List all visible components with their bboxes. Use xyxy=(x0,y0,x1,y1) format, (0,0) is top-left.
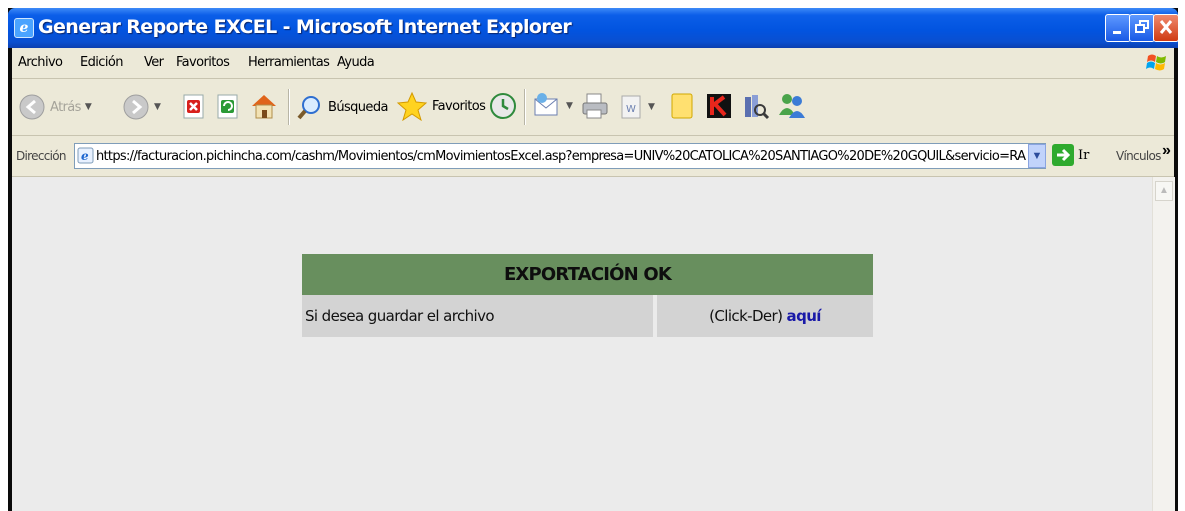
report-row-text: Si desea guardar el archivo xyxy=(302,295,655,337)
messenger-icon xyxy=(779,94,805,118)
research-books-icon xyxy=(745,95,770,120)
page-content: EXPORTACIÓN OK Si desea guardar el archi… xyxy=(12,177,1152,511)
vertical-scrollbar[interactable]: ▲ xyxy=(1152,177,1175,511)
go-arrow-icon xyxy=(1057,148,1071,162)
toolbar-separator xyxy=(288,89,290,125)
print-icon xyxy=(582,93,608,119)
scroll-up-icon[interactable]: ▲ xyxy=(1155,181,1173,201)
go-label[interactable]: Ir xyxy=(1078,148,1089,163)
address-field[interactable]: e xyxy=(74,143,1046,169)
links-label[interactable]: Vínculos xyxy=(1116,149,1161,163)
home-icon xyxy=(252,95,276,119)
minimize-button[interactable] xyxy=(1105,14,1131,42)
back-button[interactable]: Atrás ▼ xyxy=(18,93,92,121)
address-dropdown-icon[interactable]: ▼ xyxy=(1028,144,1046,168)
svg-text:e: e xyxy=(81,149,89,163)
windows-logo-icon xyxy=(1146,54,1166,71)
toolbar-separator xyxy=(524,89,526,125)
menu-archivo[interactable]: Archivo xyxy=(18,55,63,70)
menu-ayuda[interactable]: Ayuda xyxy=(337,55,375,70)
word-edit-icon: W xyxy=(621,95,641,119)
svg-text:W: W xyxy=(626,104,636,115)
edit-dropdown-icon[interactable]: ▼ xyxy=(648,102,655,112)
address-input[interactable] xyxy=(96,147,1026,165)
menu-edicion[interactable]: Edición xyxy=(80,55,123,70)
kaspersky-icon xyxy=(707,94,731,118)
forward-button[interactable]: ▼ xyxy=(122,93,161,121)
refresh-icon xyxy=(217,94,238,119)
report-row-action: (Click-Der) aquí xyxy=(657,295,873,337)
mail-dropdown-icon[interactable]: ▼ xyxy=(566,101,573,111)
menu-herramientas[interactable]: Herramientas xyxy=(248,55,330,70)
menu-ver[interactable]: Ver xyxy=(144,55,164,70)
address-label: Dirección xyxy=(16,149,67,163)
forward-dropdown-icon[interactable]: ▼ xyxy=(154,102,161,112)
address-bar: Dirección e ▼ Ir Vínculos » xyxy=(12,136,1174,177)
close-button[interactable] xyxy=(1153,14,1178,42)
ie-page-icon: e xyxy=(77,147,94,164)
minimize-icon xyxy=(1113,31,1121,34)
restore-icon xyxy=(1135,20,1149,33)
notes-button[interactable] xyxy=(668,91,696,121)
mail-icon xyxy=(534,93,558,116)
refresh-button[interactable] xyxy=(215,93,241,121)
search-button[interactable]: Búsqueda xyxy=(296,93,388,121)
edit-button[interactable]: W ▼ xyxy=(618,93,655,121)
print-button[interactable] xyxy=(580,91,610,121)
back-dropdown-icon[interactable]: ▼ xyxy=(85,102,92,112)
window-title: Generar Reporte EXCEL - Microsoft Intern… xyxy=(38,16,572,38)
back-arrow-icon xyxy=(19,94,45,120)
stop-icon xyxy=(183,94,204,119)
home-button[interactable] xyxy=(249,91,279,121)
go-button[interactable] xyxy=(1052,144,1074,166)
report-header: EXPORTACIÓN OK xyxy=(302,254,873,295)
forward-arrow-icon xyxy=(123,94,149,120)
favorites-star-icon xyxy=(396,91,428,121)
menu-bar: Archivo Edición Ver Favoritos Herramient… xyxy=(12,48,1174,79)
restore-button[interactable] xyxy=(1129,14,1155,42)
kaspersky-button[interactable] xyxy=(704,91,734,121)
search-icon xyxy=(297,96,320,120)
history-button[interactable] xyxy=(488,91,518,121)
favorites-label: Favoritos xyxy=(432,98,486,114)
title-bar[interactable]: e Generar Reporte EXCEL - Microsoft Inte… xyxy=(8,8,1178,48)
ie-page-icon: e xyxy=(14,18,34,38)
mail-button[interactable]: ▼ xyxy=(532,91,573,121)
stop-button[interactable] xyxy=(181,93,207,121)
favorites-button[interactable]: Favoritos xyxy=(396,91,486,121)
links-chevron-icon[interactable]: » xyxy=(1162,142,1171,160)
download-link[interactable]: aquí xyxy=(787,307,822,325)
notes-icon xyxy=(671,93,693,119)
click-hint: (Click-Der) xyxy=(709,307,783,325)
messenger-button[interactable] xyxy=(776,91,808,121)
standard-toolbar: Atrás ▼ ▼ Búsqueda Favoritos ▼ W ▼ xyxy=(12,79,1174,136)
search-label: Búsqueda xyxy=(328,99,388,115)
close-icon xyxy=(1159,20,1173,34)
history-icon xyxy=(490,93,516,119)
ie-window: e Generar Reporte EXCEL - Microsoft Inte… xyxy=(8,8,1178,511)
research-button[interactable] xyxy=(740,91,770,121)
menu-favoritos[interactable]: Favoritos xyxy=(176,55,230,70)
back-label: Atrás xyxy=(50,99,81,115)
